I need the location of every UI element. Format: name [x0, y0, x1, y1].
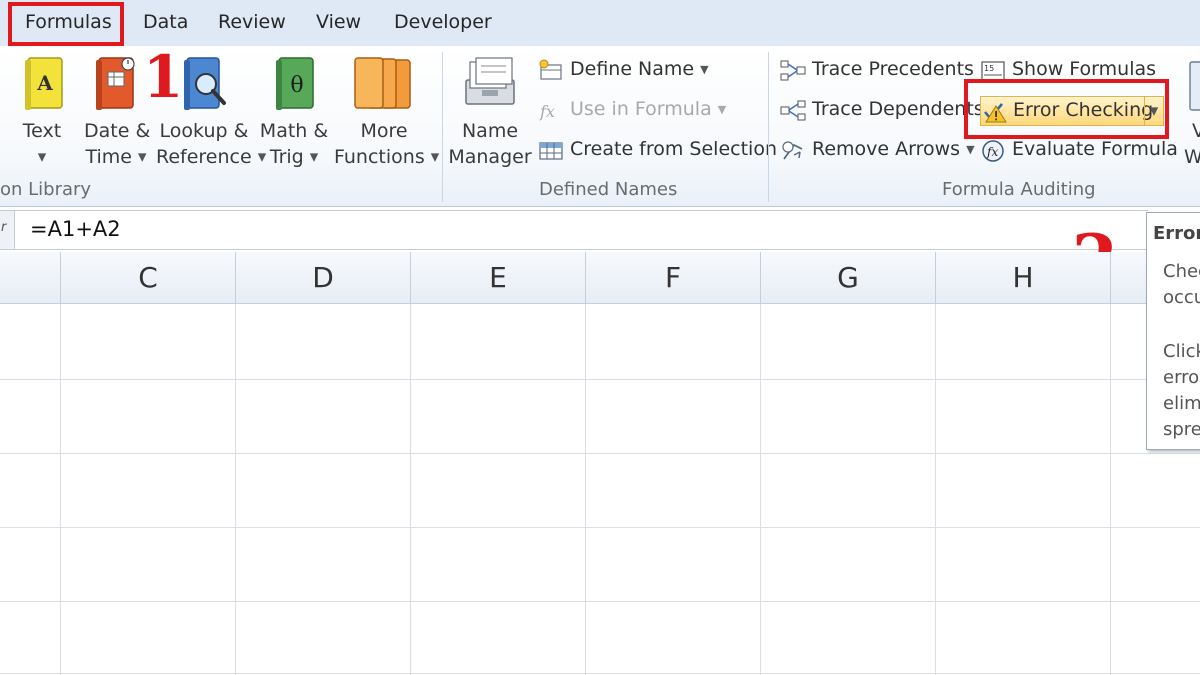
- text-functions-dropdown: ▼: [37, 150, 47, 164]
- formula-input[interactable]: =A1+A2: [30, 217, 121, 241]
- watch-window-button[interactable]: V W: [1176, 52, 1200, 177]
- trace-dependents-label: Trace Dependents: [812, 98, 984, 120]
- lookup-reference-book-icon: [184, 57, 226, 110]
- column-header-h[interactable]: H: [936, 252, 1111, 304]
- more-functions-books-icon: [354, 57, 411, 109]
- more-functions-button[interactable]: More Functions ▼: [334, 52, 440, 177]
- show-formulas-label: Show Formulas: [1012, 58, 1157, 80]
- column-header-c[interactable]: C: [61, 252, 236, 304]
- group-separator: [768, 52, 769, 202]
- tooltip-text-line: erro: [1163, 367, 1200, 388]
- remove-arrows-label: Remove Arrows ▼: [812, 138, 975, 160]
- name-box-edge[interactable]: r: [0, 211, 15, 249]
- name-manager-button[interactable]: Name Manager: [448, 52, 532, 177]
- svg-text:fx: fx: [539, 102, 555, 121]
- tooltip-text-line: Click: [1163, 341, 1200, 362]
- watch-window-label-2: W: [1184, 146, 1200, 168]
- grid-line: [760, 304, 761, 675]
- grid-line: [0, 527, 1200, 528]
- function-fx-icon: fx: [539, 102, 555, 121]
- lookup-reference-button[interactable]: Lookup & Reference ▼: [156, 52, 267, 177]
- watch-window-label-1: V: [1192, 120, 1200, 142]
- math-trig-book-icon: θ: [276, 57, 314, 110]
- create-from-selection-label: Create from Selection: [570, 138, 777, 160]
- evaluate-formula-icon: fx: [982, 140, 1004, 162]
- formula-bar: r =A1+A2: [0, 210, 1148, 250]
- tab-developer[interactable]: Developer: [394, 11, 492, 33]
- define-name-label: Define Name ▼: [570, 58, 709, 80]
- use-in-formula-label: Use in Formula ▼: [570, 98, 727, 120]
- column-header-g[interactable]: G: [761, 252, 936, 304]
- grid-line: [0, 453, 1200, 454]
- grid-line: [1110, 304, 1111, 675]
- date-time-button[interactable]: Date & Time ▼: [84, 52, 151, 177]
- watch-window-icon: [1189, 61, 1200, 111]
- error-checking-tooltip: Error Chec occu Click erro elim spre: [1146, 212, 1200, 450]
- date-time-label-1: Date &: [84, 120, 151, 142]
- grid-line: [410, 304, 411, 675]
- formula-auditing-group-label: Formula Auditing: [942, 179, 1096, 200]
- annotation-box-error-checking: [964, 79, 1169, 139]
- text-book-icon: A: [25, 57, 63, 110]
- group-separator: [442, 52, 443, 202]
- svg-text:15: 15: [984, 64, 994, 73]
- tooltip-text-line: occu: [1163, 287, 1200, 308]
- define-name-icon: [539, 59, 562, 80]
- tab-data[interactable]: Data: [143, 11, 188, 33]
- trace-precedents-label: Trace Precedents: [812, 58, 974, 80]
- function-library-group-label: on Library: [0, 179, 92, 200]
- svg-text:fx: fx: [986, 145, 998, 159]
- svg-text:θ: θ: [290, 73, 303, 98]
- math-trig-label-2: Trig ▼: [269, 146, 319, 168]
- date-time-book-icon: [96, 57, 135, 110]
- svg-text:A: A: [36, 71, 53, 95]
- grid-line: [0, 601, 1200, 602]
- lookup-reference-label-2: Reference ▼: [156, 146, 267, 168]
- trace-precedents-icon: [780, 60, 806, 81]
- math-trig-label-1: Math &: [259, 120, 329, 142]
- more-functions-label-2: Functions ▼: [334, 146, 440, 168]
- column-header-e[interactable]: E: [411, 252, 586, 304]
- grid-line: [585, 304, 586, 675]
- column-header-d[interactable]: D: [236, 252, 411, 304]
- defined-names-group-label: Defined Names: [539, 179, 678, 200]
- remove-arrows-icon: [782, 141, 803, 160]
- grid-line: [60, 304, 61, 675]
- trace-dependents-icon: [780, 100, 806, 121]
- create-from-selection-icon: [539, 142, 563, 160]
- name-manager-icon: [465, 57, 515, 105]
- grid-line: [0, 379, 1200, 380]
- annotation-box-formulas-tab: [8, 2, 124, 46]
- date-time-label-2: Time ▼: [85, 146, 147, 168]
- column-header-f[interactable]: F: [586, 252, 761, 304]
- name-manager-label-2: Manager: [448, 146, 532, 168]
- tab-view[interactable]: View: [316, 11, 361, 33]
- text-functions-button[interactable]: A Text ▼: [18, 52, 66, 177]
- column-header-b[interactable]: [0, 252, 61, 304]
- tooltip-text-line: elim: [1163, 393, 1200, 414]
- more-functions-label-1: More: [360, 120, 408, 142]
- tooltip-text-line: Chec: [1163, 261, 1200, 282]
- evaluate-formula-label: Evaluate Formula: [1012, 138, 1178, 160]
- tooltip-text-line: spre: [1163, 419, 1200, 440]
- text-functions-label: Text: [22, 120, 62, 142]
- lookup-reference-label-1: Lookup &: [159, 120, 249, 142]
- grid-line: [935, 304, 936, 675]
- name-manager-label-1: Name: [461, 120, 519, 142]
- math-trig-button[interactable]: θ Math & Trig ▼: [258, 52, 330, 177]
- tab-review[interactable]: Review: [218, 11, 286, 33]
- grid-line: [235, 304, 236, 675]
- grid-line: [0, 673, 1200, 674]
- tooltip-title: Error: [1153, 223, 1200, 244]
- ribbon-tab-bar: Formulas Data Review View Developer: [0, 0, 1200, 47]
